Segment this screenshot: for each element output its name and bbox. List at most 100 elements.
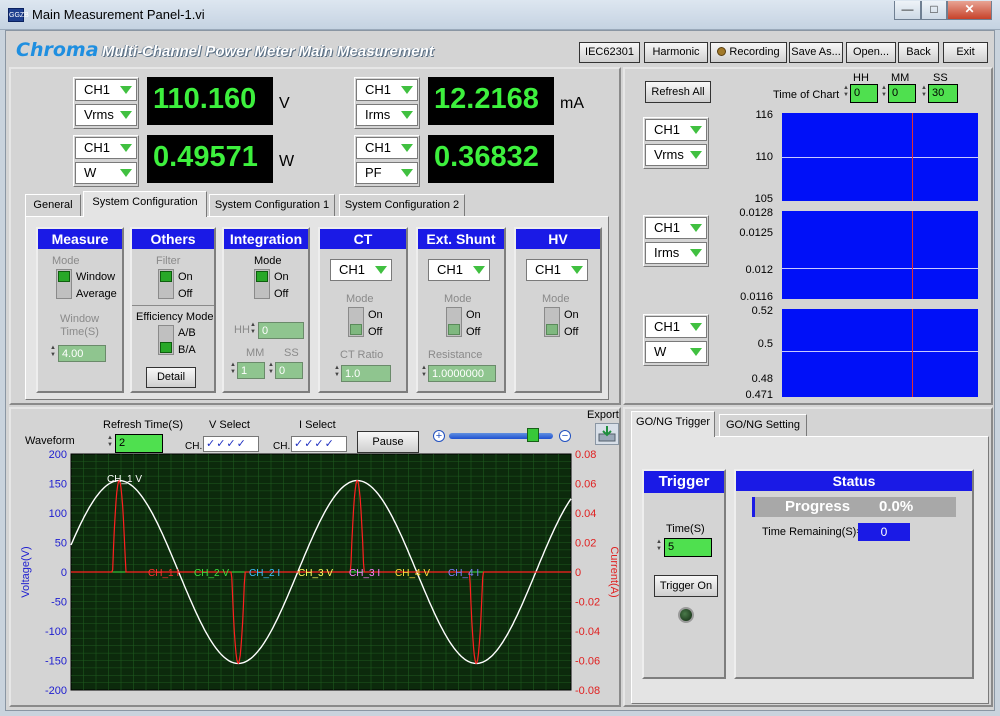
ext-shunt-channel-select[interactable]: CH1 xyxy=(428,259,490,281)
minimize-button[interactable]: — xyxy=(894,1,921,20)
resistance-input[interactable]: 1.0000000 xyxy=(428,365,496,382)
integration-mm-input[interactable]: 1 xyxy=(237,362,265,379)
export-label: Export xyxy=(587,409,619,421)
export-icon[interactable] xyxy=(595,423,619,445)
measure-window-option: Window xyxy=(76,271,116,283)
filter-on-label: On xyxy=(178,271,193,283)
spinner-icon[interactable]: ▲ ▼ xyxy=(268,362,274,378)
zoom-out-icon[interactable]: − xyxy=(559,430,571,442)
trend-2-param-select[interactable]: Irms xyxy=(645,242,707,264)
trigger-on-button[interactable]: Trigger On xyxy=(654,575,718,597)
filter-switch[interactable] xyxy=(158,269,174,299)
hv-on-label: On xyxy=(564,309,579,321)
status-title: Status xyxy=(736,471,972,491)
trend-2-channel-text: CH1 xyxy=(654,220,681,235)
iec62301-button[interactable]: IEC62301 xyxy=(579,42,640,63)
dropdown-arrow-icon xyxy=(401,169,413,177)
tab-gong-trigger[interactable]: GO/NG Trigger xyxy=(631,411,715,437)
efficiency-mode-switch[interactable] xyxy=(158,325,174,355)
ct-mode-switch[interactable] xyxy=(348,307,364,337)
trend-1-channel-select[interactable]: CH1 xyxy=(645,119,707,141)
detail-button[interactable]: Detail xyxy=(146,367,196,388)
chart-ss-label: SS xyxy=(933,72,948,84)
spinner-icon[interactable]: ▲ ▼ xyxy=(921,85,927,101)
chart-mm-input[interactable]: 0 xyxy=(888,84,916,103)
trend-chart-vrms xyxy=(782,113,978,201)
meter-3-channel-text: CH1 xyxy=(84,140,111,155)
hv-mode-switch[interactable] xyxy=(544,307,560,337)
tab-system-configuration[interactable]: System Configuration xyxy=(83,191,207,217)
dropdown-arrow-icon xyxy=(571,266,583,274)
tab-system-configuration-1[interactable]: System Configuration 1 xyxy=(209,194,335,216)
spinner-icon[interactable]: ▲ ▼ xyxy=(50,345,56,361)
spinner-icon[interactable]: ▲ ▼ xyxy=(230,362,236,378)
exit-button[interactable]: Exit xyxy=(943,42,988,63)
spinner-icon[interactable]: ▲ ▼ xyxy=(334,365,340,381)
hv-title: HV xyxy=(516,229,600,249)
maximize-button[interactable]: □ xyxy=(921,1,947,20)
save-as-button[interactable]: Save As... xyxy=(789,42,843,63)
refresh-all-button[interactable]: Refresh All xyxy=(645,81,711,103)
open-button[interactable]: Open... xyxy=(846,42,896,63)
filter-label: Filter xyxy=(156,255,181,267)
chart-hh-input[interactable]: 0 xyxy=(850,84,878,103)
trend-1-param-select[interactable]: Vrms xyxy=(645,144,707,166)
dropdown-arrow-icon xyxy=(120,111,132,119)
switch-knob xyxy=(160,342,172,353)
hv-channel-select[interactable]: CH1 xyxy=(526,259,588,281)
ct-channel-select[interactable]: CH1 xyxy=(330,259,392,281)
time-of-chart-label: Time of Chart xyxy=(773,89,840,101)
config-tab-container: General System Configuration System Conf… xyxy=(21,191,613,403)
zoom-in-icon[interactable]: + xyxy=(433,430,445,442)
window-time-label: Window Time(S) xyxy=(60,313,100,338)
integration-mode-switch[interactable] xyxy=(254,269,270,299)
trend-3-channel-select[interactable]: CH1 xyxy=(645,316,707,338)
meter-3-channel-select[interactable]: CH1 xyxy=(75,137,137,159)
meter-4-channel-select[interactable]: CH1 xyxy=(356,137,418,159)
meter-2-param-select[interactable]: Irms xyxy=(356,104,418,126)
ct-ratio-input[interactable]: 1.0 xyxy=(341,365,391,382)
measure-title: Measure xyxy=(38,229,122,249)
spinner-icon[interactable]: ▲ ▼ xyxy=(881,85,887,101)
switch-knob xyxy=(58,271,70,282)
window-time-input[interactable]: 4.00 xyxy=(58,345,106,362)
gridline xyxy=(782,351,978,352)
series-label: CH_3 I xyxy=(349,568,380,579)
integration-ss-input[interactable]: 0 xyxy=(275,362,303,379)
slider-handle[interactable] xyxy=(527,428,540,442)
spinner-icon[interactable]: ▲ ▼ xyxy=(421,365,427,381)
recording-button[interactable]: Recording xyxy=(710,42,787,63)
zoom-slider[interactable] xyxy=(449,428,553,442)
meter-1-param-select[interactable]: Vrms xyxy=(75,104,137,126)
meter-2-channel-select[interactable]: CH1 xyxy=(356,79,418,101)
waveform-panel: Waveform Refresh Time(S) ▲ ▼ 2 V Select C… xyxy=(9,407,621,707)
tab-gong-setting[interactable]: GO/NG Setting xyxy=(719,414,807,436)
meter-4-param-select[interactable]: PF xyxy=(356,162,418,184)
trend-2-channel-select[interactable]: CH1 xyxy=(645,217,707,239)
progress-bar: Progress 0.0% xyxy=(752,497,956,517)
meter-3-param-select[interactable]: W xyxy=(75,162,137,184)
others-block: Others Filter On Off Efficiency Mode A/B… xyxy=(130,227,216,393)
meter-4-channel-text: CH1 xyxy=(365,140,392,155)
integration-hh-input[interactable]: 0 xyxy=(258,322,304,339)
time-remaining-value: 0 xyxy=(858,523,910,541)
measure-mode-switch[interactable] xyxy=(56,269,72,299)
waveform-chart: 200 150 100 50 0 -50 -100 -150 -200 0.08 0.06 0.04 0… xyxy=(20,449,619,697)
trigger-time-input[interactable]: 5 xyxy=(664,538,712,557)
spinner-icon[interactable]: ▲ ▼ xyxy=(843,85,849,101)
spinner-icon[interactable]: ▲ ▼ xyxy=(656,539,662,555)
recording-led-icon xyxy=(717,47,727,56)
integration-hh-label: HH xyxy=(234,324,250,336)
trend-panel: Refresh All Time of Chart HH MM SS ▲ ▼ 0 … xyxy=(623,67,993,405)
back-button[interactable]: Back xyxy=(898,42,939,63)
chart-ss-input[interactable]: 30 xyxy=(928,84,958,103)
tab-system-configuration-2[interactable]: System Configuration 2 xyxy=(339,194,465,216)
harmonic-button[interactable]: Harmonic xyxy=(644,42,708,63)
spinner-icon[interactable]: ▲ ▼ xyxy=(250,322,256,338)
ext-shunt-mode-switch[interactable] xyxy=(446,307,462,337)
close-button[interactable]: ✕ xyxy=(947,1,992,20)
trend-3-param-select[interactable]: W xyxy=(645,341,707,363)
meter-1-channel-select[interactable]: CH1 xyxy=(75,79,137,101)
measure-block: Measure Mode Window Average Window Time(… xyxy=(36,227,124,393)
tab-general[interactable]: General xyxy=(25,194,81,216)
